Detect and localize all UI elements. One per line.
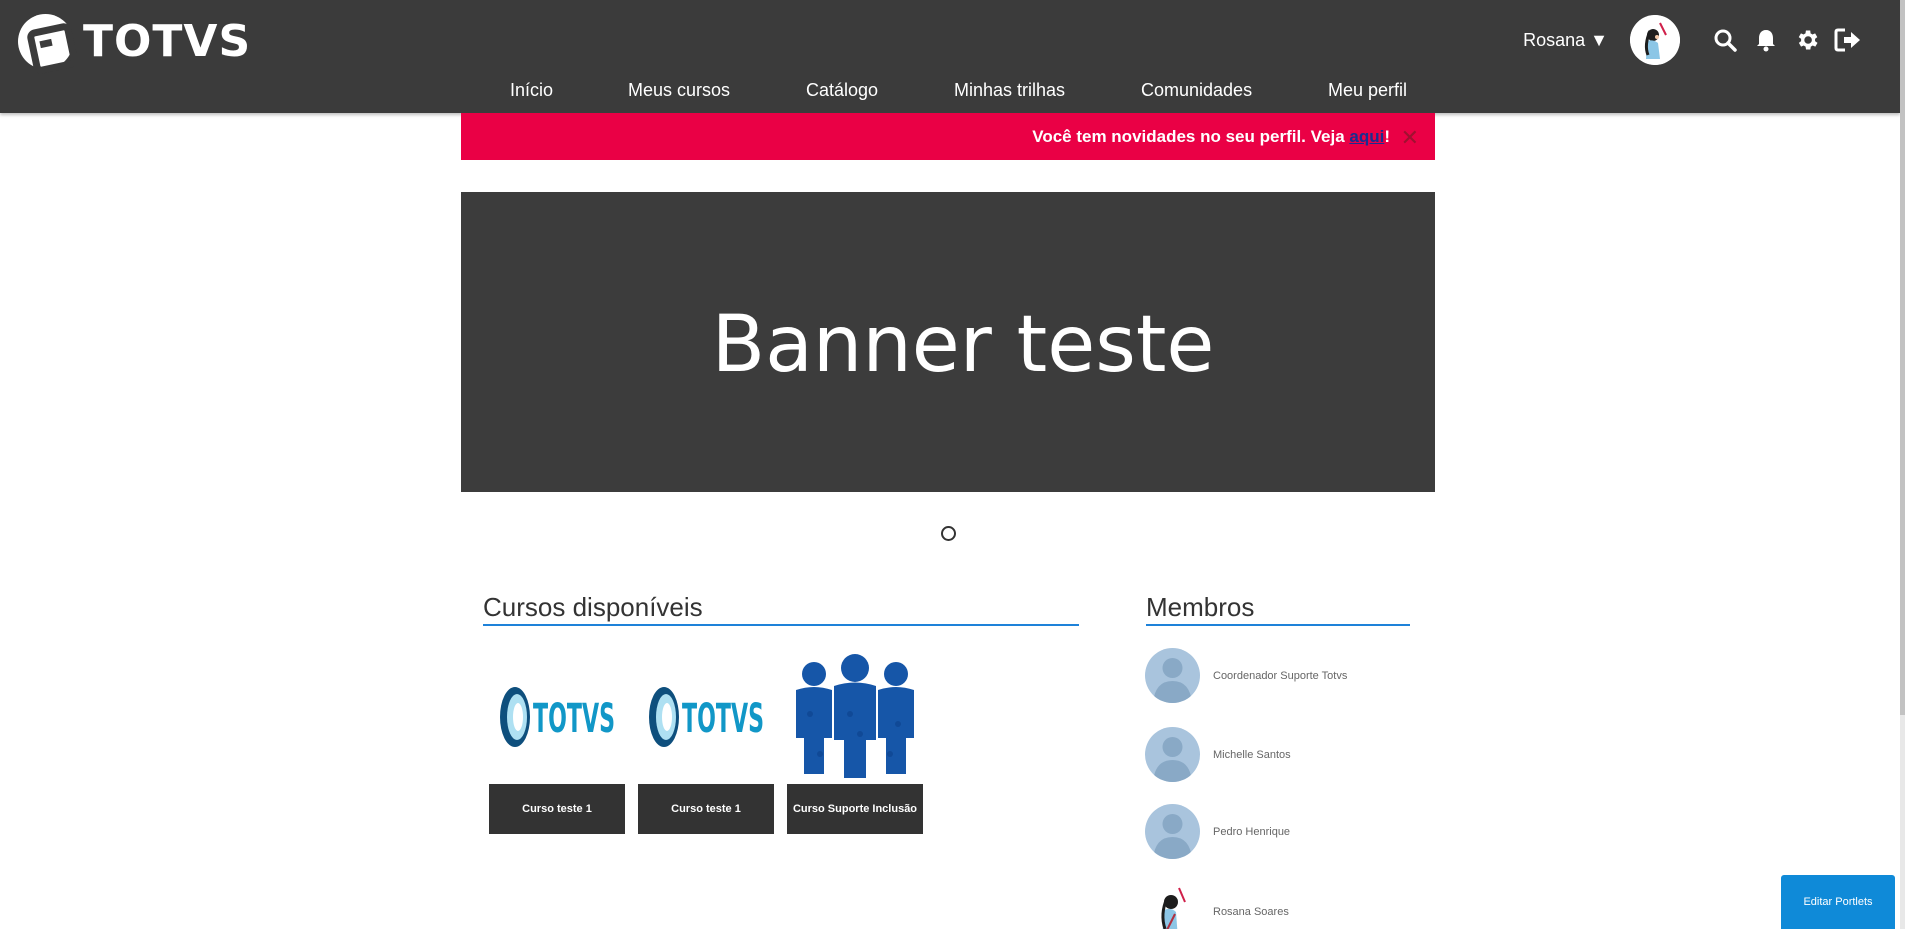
course-thumbnail[interactable] bbox=[787, 649, 923, 784]
alert-message: Você tem novidades no seu perfil. Veja a… bbox=[1032, 127, 1390, 147]
course-thumbnail[interactable]: TOTVS bbox=[638, 649, 774, 784]
course-card[interactable]: TOTVS Curso teste 1 bbox=[638, 649, 774, 834]
course-thumbnail-text: TOTVS bbox=[533, 696, 615, 742]
member-item[interactable]: Pedro Henrique bbox=[1145, 804, 1290, 859]
members-title: Membros bbox=[1146, 592, 1255, 622]
members-title-underline bbox=[1146, 624, 1410, 626]
carousel-dot[interactable] bbox=[941, 526, 956, 541]
nav-item-meu-perfil[interactable]: Meu perfil bbox=[1328, 80, 1407, 101]
member-item[interactable]: Coordenador Suporte Totvs bbox=[1145, 648, 1347, 703]
page-scrollbar[interactable] bbox=[1900, 0, 1905, 929]
alert-link[interactable]: aqui bbox=[1349, 127, 1384, 146]
course-thumbnail[interactable]: TOTVS bbox=[489, 649, 625, 784]
profile-news-alert: Você tem novidades no seu perfil. Veja a… bbox=[461, 113, 1435, 160]
member-name[interactable]: Michelle Santos bbox=[1213, 749, 1291, 761]
avatar-illustration bbox=[1630, 15, 1680, 65]
totvs-logo[interactable]: TOTVS bbox=[18, 14, 251, 69]
member-name[interactable]: Rosana Soares bbox=[1213, 906, 1289, 918]
people-group-icon bbox=[796, 654, 914, 778]
edit-portlets-button[interactable]: Editar Portlets bbox=[1781, 875, 1895, 929]
logout-icon[interactable] bbox=[1834, 26, 1862, 54]
member-name[interactable]: Coordenador Suporte Totvs bbox=[1213, 670, 1347, 682]
course-thumbnail-text: TOTVS bbox=[682, 696, 764, 742]
courses-title-underline bbox=[483, 624, 1079, 626]
bell-icon[interactable] bbox=[1752, 26, 1780, 54]
nav-item-meus-cursos[interactable]: Meus cursos bbox=[628, 80, 730, 101]
banner[interactable]: Banner teste bbox=[461, 192, 1435, 492]
user-menu-toggle[interactable]: Rosana ▼ bbox=[1523, 30, 1608, 51]
top-header: TOTVS Rosana ▼ Início Meus cursos Catálo… bbox=[0, 0, 1900, 113]
default-avatar-icon[interactable] bbox=[1145, 804, 1200, 859]
member-item[interactable]: Rosana Soares bbox=[1145, 884, 1289, 929]
search-icon[interactable] bbox=[1711, 26, 1739, 54]
member-name[interactable]: Pedro Henrique bbox=[1213, 826, 1290, 838]
courses-title: Cursos disponíveis bbox=[483, 592, 703, 622]
course-card[interactable]: TOTVS Curso teste 1 bbox=[489, 649, 625, 834]
nav-item-minhas-trilhas[interactable]: Minhas trilhas bbox=[954, 80, 1065, 101]
course-button[interactable]: Curso teste 1 bbox=[489, 784, 625, 834]
member-avatar-illustration[interactable] bbox=[1145, 884, 1200, 929]
course-button[interactable]: Curso Suporte Inclusão bbox=[787, 784, 923, 834]
user-avatar[interactable] bbox=[1630, 15, 1680, 65]
course-button[interactable]: Curso teste 1 bbox=[638, 784, 774, 834]
default-avatar-icon[interactable] bbox=[1145, 727, 1200, 782]
totvs-logo-icon bbox=[18, 14, 73, 69]
banner-title: Banner teste bbox=[711, 300, 1215, 390]
alert-suffix: ! bbox=[1384, 127, 1390, 146]
totvs-course-logo: TOTVS bbox=[649, 686, 764, 747]
gear-icon[interactable] bbox=[1793, 26, 1821, 54]
alert-text: Você tem novidades no seu perfil. Veja bbox=[1032, 127, 1350, 146]
brand-name: TOTVS bbox=[83, 16, 252, 67]
nav-item-inicio[interactable]: Início bbox=[510, 80, 553, 101]
nav-item-catalogo[interactable]: Catálogo bbox=[806, 80, 878, 101]
default-avatar-icon[interactable] bbox=[1145, 648, 1200, 703]
course-card[interactable]: Curso Suporte Inclusão bbox=[787, 649, 923, 834]
user-area: Rosana ▼ bbox=[1523, 15, 1862, 65]
close-icon[interactable]: ✕ bbox=[1401, 125, 1419, 151]
scrollbar-thumb[interactable] bbox=[1900, 0, 1905, 715]
member-item[interactable]: Michelle Santos bbox=[1145, 727, 1291, 782]
nav-item-comunidades[interactable]: Comunidades bbox=[1141, 80, 1252, 101]
totvs-course-logo: TOTVS bbox=[500, 686, 615, 747]
